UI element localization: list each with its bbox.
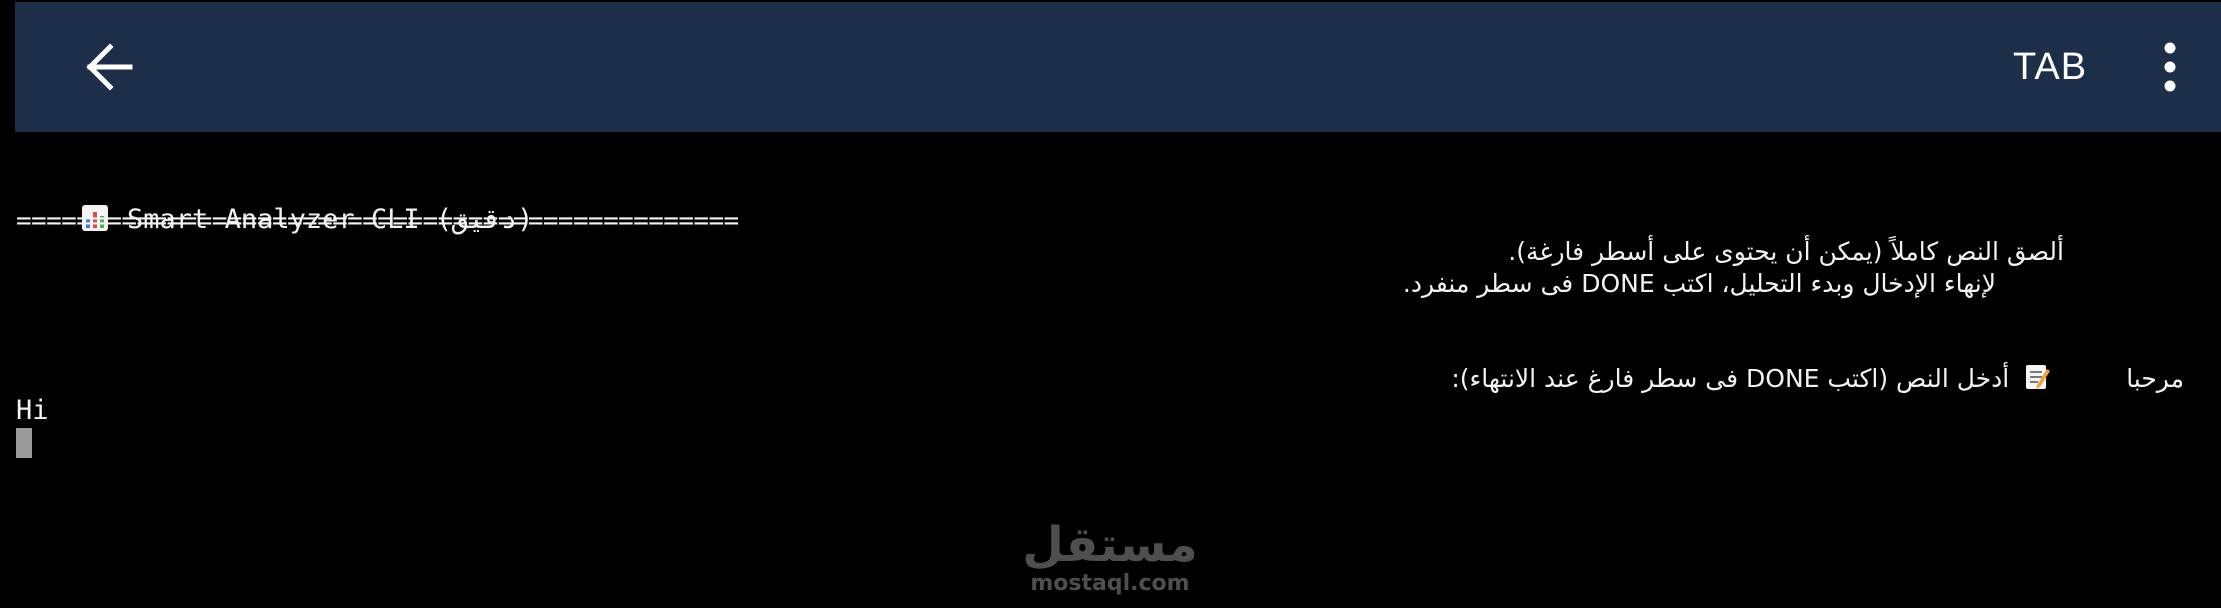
watermark-url: mostaql.com	[1030, 571, 1190, 596]
input-prompt-line: أدخل النص (اكتب DONE فى سطر فارغ عند الا…	[1451, 331, 2083, 427]
text-cursor	[16, 428, 32, 458]
back-button[interactable]	[65, 32, 155, 102]
watermark-logo: مستقل mostaql.com	[1000, 517, 1220, 597]
terminal-output[interactable]: Smart Analyzer CLI (دقيق) ==============…	[0, 132, 2221, 608]
separator-line: ========================================…	[16, 206, 739, 236]
input-prompt: أدخل النص (اكتب DONE فى سطر فارغ عند الا…	[1451, 364, 2010, 393]
instruction-line-2: لإنهاء الإدخال وبدء التحليل، اكتب DONE ف…	[1402, 269, 1996, 298]
more-vertical-icon	[2164, 42, 2176, 92]
tab-key-button[interactable]: TAB	[1990, 38, 2110, 96]
watermark-arabic: مستقل	[1022, 517, 1198, 573]
top-app-bar: TAB	[15, 2, 2221, 132]
memo-icon	[2026, 365, 2051, 389]
instruction-line-1: ألصق النص كاملاً (يمكن أن يحتوى على أسطر…	[1508, 237, 2064, 266]
overflow-menu-button[interactable]	[2145, 32, 2195, 102]
user-input-line-1: مرحبا	[2126, 364, 2184, 393]
user-input-line-2: Hi	[16, 395, 49, 426]
arrow-left-icon	[86, 43, 133, 91]
